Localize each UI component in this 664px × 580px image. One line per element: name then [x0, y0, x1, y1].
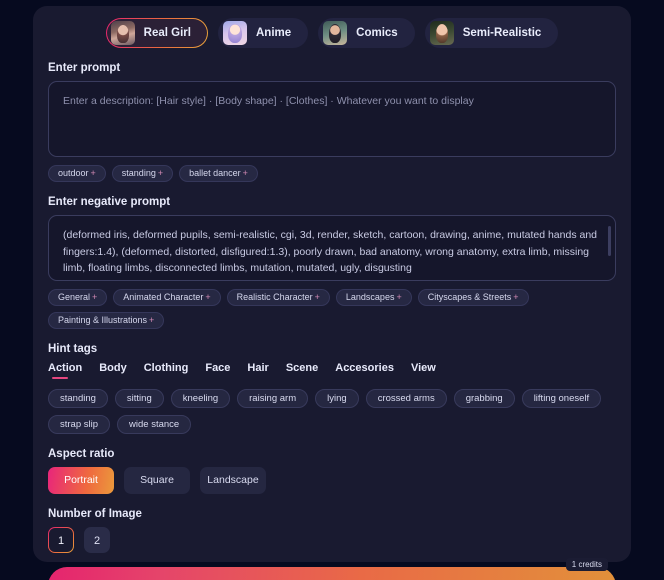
prompt-placeholder-text: Enter a description: [Hair style] · [Bod… — [63, 95, 474, 107]
avatar-anime-icon — [222, 21, 247, 45]
prompt-suggestion-chip[interactable]: ballet dancer + — [179, 165, 258, 182]
credits-badge: 1 credits — [565, 558, 608, 571]
negative-category-chip[interactable]: Realistic Character + — [226, 289, 330, 306]
plus-icon: + — [513, 292, 519, 302]
plus-icon: + — [157, 168, 164, 178]
plus-icon: + — [314, 292, 320, 302]
style-tab-label: Real Girl — [143, 27, 191, 39]
hint-tag-chip[interactable]: sitting — [114, 389, 164, 408]
generator-panel: Real Girl Anime Comics Semi-Realistic En… — [33, 6, 631, 580]
style-tab-semi-realistic[interactable]: Semi-Realistic — [424, 18, 559, 48]
hint-tags-section-title: Hint tags — [48, 343, 98, 355]
chip-label: Painting & Illustrations — [58, 315, 148, 325]
style-tab-comics[interactable]: Comics — [318, 18, 415, 48]
prompt-section-title: Enter prompt — [48, 62, 121, 74]
negative-category-chip[interactable]: Landscapes + — [335, 289, 412, 306]
chip-label: outdoor — [58, 168, 89, 178]
prompt-input[interactable]: Enter a description: [Hair style] · [Bod… — [48, 81, 616, 157]
negative-prompt-scrollbar[interactable] — [608, 226, 611, 256]
prompt-suggestion-chips: outdoor + standing + ballet dancer + — [48, 165, 616, 182]
hint-tag-chip[interactable]: wide stance — [117, 415, 192, 434]
negative-category-chip[interactable]: Animated Character + — [113, 289, 221, 306]
aspect-ratio-section-title: Aspect ratio — [48, 448, 115, 460]
aspect-ratio-options: Portrait Square Landscape — [48, 467, 616, 494]
style-tab-bar: Real Girl Anime Comics Semi-Realistic — [48, 18, 616, 48]
hint-tag-chip[interactable]: lifting oneself — [521, 389, 602, 408]
avatar-comics-icon — [323, 21, 348, 45]
style-tab-real-girl[interactable]: Real Girl — [106, 18, 208, 48]
hint-tag-category-tabs: Action Body Clothing Face Hair Scene Acc… — [48, 362, 616, 379]
hint-category-body[interactable]: Body — [99, 362, 127, 379]
plus-icon: + — [242, 168, 248, 178]
hint-category-action[interactable]: Action — [48, 362, 82, 379]
style-tab-label: Semi-Realistic — [462, 27, 542, 39]
negative-prompt-value: (deformed iris, deformed pupils, semi-re… — [63, 229, 600, 274]
negative-category-chip[interactable]: General + — [48, 289, 108, 306]
plus-icon: + — [90, 168, 96, 178]
hint-tag-chip[interactable]: standing — [48, 389, 108, 408]
hint-category-scene[interactable]: Scene — [286, 362, 318, 379]
aspect-ratio-landscape[interactable]: Landscape — [200, 467, 266, 494]
hint-category-face[interactable]: Face — [205, 362, 230, 379]
negative-category-chip[interactable]: Cityscapes & Streets + — [417, 289, 529, 306]
chip-label: Cityscapes & Streets — [427, 292, 512, 302]
aspect-ratio-portrait[interactable]: Portrait — [48, 467, 114, 494]
hint-category-accesories[interactable]: Accesories — [335, 362, 394, 379]
prompt-suggestion-chip[interactable]: outdoor + — [48, 165, 106, 182]
hint-tag-chip[interactable]: kneeling — [170, 389, 231, 408]
negative-prompt-section-title: Enter negative prompt — [48, 196, 171, 208]
style-tab-anime[interactable]: Anime — [217, 18, 309, 48]
chip-label: ballet dancer — [189, 168, 241, 178]
negative-category-chip[interactable]: Painting & Illustrations + — [48, 312, 165, 329]
aspect-ratio-square[interactable]: Square — [124, 467, 190, 494]
hint-tag-chips: standing sitting kneeling raising arm ly… — [48, 389, 616, 434]
chip-label: Landscapes — [345, 292, 395, 302]
negative-prompt-category-chips: General + Animated Character + Realistic C… — [48, 289, 616, 329]
plus-icon: + — [205, 292, 211, 302]
chip-label: Animated Character — [123, 292, 204, 302]
prompt-suggestion-chip[interactable]: standing + — [111, 165, 174, 182]
generate-section: Generate 1 credits — [48, 558, 616, 580]
number-of-image-option-1[interactable]: 1 — [48, 527, 74, 553]
hint-tag-chip[interactable]: strap slip — [48, 415, 111, 434]
plus-icon: + — [396, 292, 402, 302]
number-of-image-options: 1 2 — [48, 527, 616, 553]
hint-tag-chip[interactable]: raising arm — [237, 389, 309, 408]
avatar-real-girl-icon — [110, 21, 135, 45]
chip-label: Realistic Character — [236, 292, 313, 302]
hint-category-view[interactable]: View — [411, 362, 436, 379]
number-of-image-option-2[interactable]: 2 — [84, 527, 110, 553]
hint-tag-chip[interactable]: grabbing — [453, 389, 515, 408]
chip-label: General — [58, 292, 91, 302]
plus-icon: + — [149, 315, 155, 325]
style-tab-label: Comics — [356, 27, 398, 39]
hint-category-clothing[interactable]: Clothing — [144, 362, 189, 379]
generate-button[interactable]: Generate — [48, 567, 616, 580]
app-root: Real Girl Anime Comics Semi-Realistic En… — [0, 0, 664, 580]
hint-tag-chip[interactable]: crossed arms — [365, 389, 447, 408]
plus-icon: + — [92, 292, 98, 302]
number-of-image-section-title: Number of Image — [48, 508, 142, 520]
negative-prompt-input[interactable]: (deformed iris, deformed pupils, semi-re… — [48, 215, 616, 281]
chip-label: standing — [121, 168, 156, 178]
hint-category-hair[interactable]: Hair — [247, 362, 268, 379]
hint-tag-chip[interactable]: lying — [315, 389, 359, 408]
style-tab-label: Anime — [255, 27, 292, 39]
avatar-semi-realistic-icon — [429, 21, 454, 45]
